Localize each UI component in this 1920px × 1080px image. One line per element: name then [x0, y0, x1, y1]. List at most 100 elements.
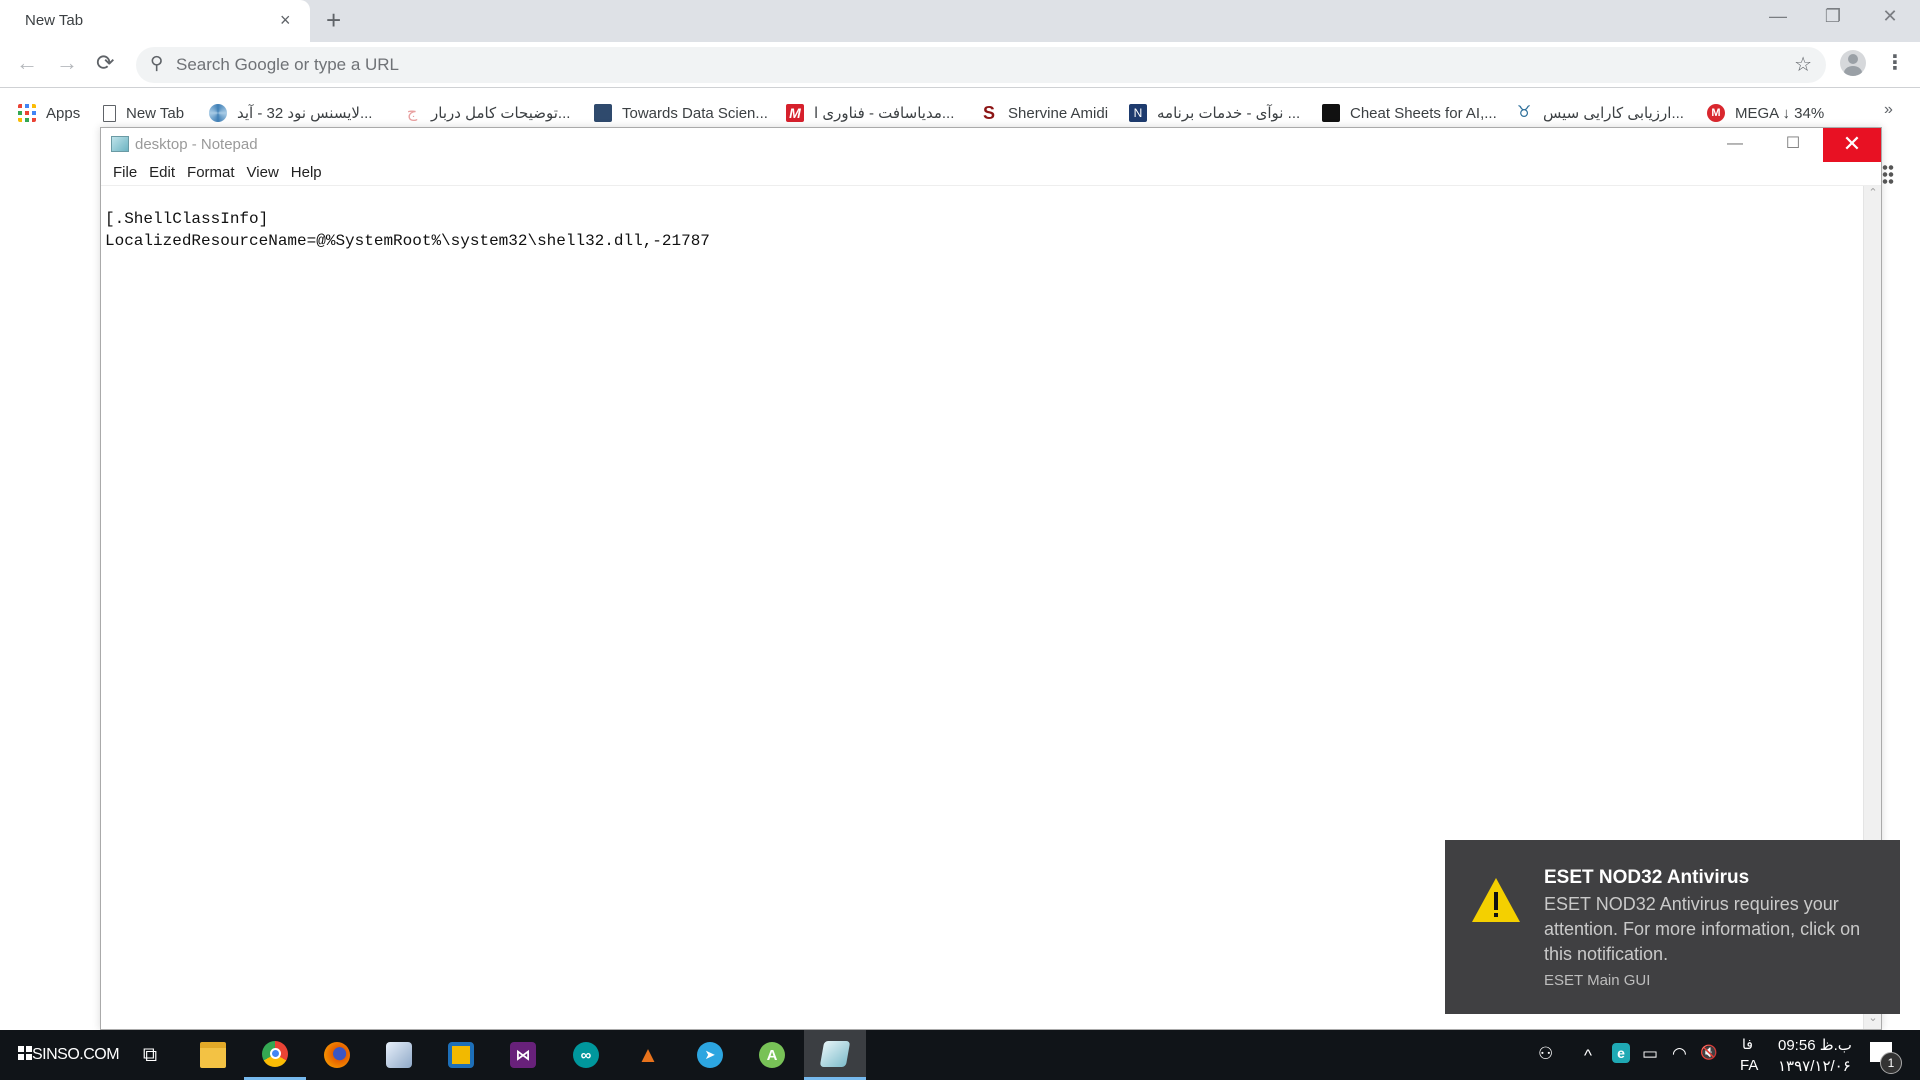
bookmark-apps[interactable]: Apps — [18, 101, 80, 125]
notepad-close-button[interactable]: ✕ — [1823, 128, 1881, 162]
aperture-icon — [209, 104, 227, 122]
taskbar-visual-studio[interactable]: ⋈ — [492, 1030, 554, 1080]
bookmark-label: Towards Data Scien... — [622, 104, 768, 122]
taskbar-vmware[interactable] — [430, 1030, 492, 1080]
extension-grid-icon[interactable] — [1882, 164, 1894, 186]
taskbar-task-view[interactable]: ⧉ — [119, 1030, 181, 1080]
taskbar-firefox[interactable] — [306, 1030, 368, 1080]
forward-button[interactable]: → — [56, 50, 78, 76]
notepad-icon — [819, 1040, 851, 1067]
firefox-icon — [324, 1042, 350, 1068]
bookmark-label: Apps — [46, 104, 81, 122]
page-icon — [103, 104, 116, 122]
menu-format[interactable]: Format — [181, 160, 241, 185]
n-logo-icon: N — [1129, 104, 1147, 122]
warning-icon — [1472, 878, 1520, 922]
bookmark-label: Shervine Amidi — [1008, 104, 1109, 122]
bookmark-system-evaluation[interactable]: ♉ ارزیابی کارایی سیس... — [1515, 101, 1684, 125]
matlab-icon: ▲ — [637, 1042, 659, 1067]
eset-tray-icon[interactable]: e — [1612, 1043, 1630, 1063]
notepad-titlebar[interactable]: desktop - Notepad — ☐ ✕ — [101, 128, 1881, 162]
taskbar-matlab[interactable]: ▲ — [617, 1030, 679, 1080]
bookmark-label: توضیحات کامل دربار... — [431, 105, 571, 122]
browser-toolbar: ← → ⟳ ⚲ ☆ ⋮ — [0, 42, 1920, 88]
clock-date[interactable]: ۱۳۹۷/۱۲/۰۶ — [1778, 1057, 1851, 1075]
bookmark-new-tab[interactable]: New Tab — [103, 101, 184, 125]
taskbar-file-explorer[interactable] — [182, 1030, 244, 1080]
back-button[interactable]: ← — [16, 50, 38, 76]
bookmark-darbar[interactable]: ج توضیحات کامل دربار... — [403, 101, 571, 125]
reload-button[interactable]: ⟳ — [96, 50, 114, 76]
tab-close-icon[interactable]: × — [280, 10, 291, 31]
taskbar-android-studio[interactable]: A — [741, 1030, 803, 1080]
bookmark-towards-data-science[interactable]: Towards Data Scien... — [594, 101, 768, 125]
windows-logo-icon — [18, 1046, 32, 1060]
browser-close-button[interactable]: ✕ — [1870, 6, 1910, 27]
android-studio-icon: A — [759, 1042, 785, 1068]
more-bookmarks-chevron-icon[interactable]: » — [1884, 101, 1893, 119]
input-language-code[interactable]: FA — [1740, 1057, 1758, 1074]
input-language-native[interactable]: فا — [1742, 1036, 1753, 1053]
chrome-icon — [262, 1040, 288, 1067]
scroll-up-arrow-icon[interactable]: ⌃ — [1864, 186, 1882, 204]
wifi-icon[interactable]: ◠ — [1672, 1044, 1687, 1064]
menu-view[interactable]: View — [241, 160, 285, 185]
bookmark-label: Cheat Sheets for AI,... — [1350, 104, 1497, 122]
browser-menu-icon[interactable]: ⋮ — [1885, 50, 1905, 75]
taskbar-arduino[interactable]: ∞ — [555, 1030, 617, 1080]
bookmark-mega[interactable]: M MEGA ↓ 34% — [1707, 101, 1824, 125]
bookmark-label: مدیاسافت - فناوری ا... — [814, 105, 955, 122]
bookmark-nod32-license[interactable]: لایسنس نود 32 - آید... — [209, 101, 372, 125]
address-input[interactable] — [176, 47, 1676, 83]
bookmark-mediasoft[interactable]: M مدیاسافت - فناوری ا... — [786, 101, 954, 125]
virtualbox-icon — [386, 1042, 412, 1068]
bookmark-cheat-sheets[interactable]: Cheat Sheets for AI,... — [1322, 101, 1497, 125]
bookmark-shervine-amidi[interactable]: S Shervine Amidi — [980, 101, 1108, 125]
taskbar-virtualbox[interactable] — [368, 1030, 430, 1080]
search-icon: ⚲ — [150, 53, 164, 73]
notepad-maximize-button[interactable]: ☐ — [1764, 128, 1822, 162]
bookmark-noai[interactable]: N نوآی - خدمات برنامه ... — [1129, 101, 1300, 125]
toast-title: ESET NOD32 Antivirus — [1544, 867, 1750, 888]
taskbar-telegram[interactable]: ➤ — [679, 1030, 741, 1080]
notepad-minimize-button[interactable]: — — [1706, 128, 1764, 162]
calligraphy-icon: ج — [406, 104, 418, 121]
notepad-title: desktop - Notepad — [135, 136, 258, 153]
bookmark-label: نوآی - خدمات برنامه ... — [1157, 105, 1301, 122]
people-icon[interactable]: ⚇ — [1538, 1044, 1553, 1064]
stanford-icon: S — [982, 103, 995, 123]
bookmark-label: ارزیابی کارایی سیس... — [1543, 105, 1684, 122]
notification-count-badge: 1 — [1880, 1052, 1902, 1074]
tab-new-tab[interactable]: New Tab × — [0, 0, 310, 42]
browser-tab-strip: New Tab × + — ❐ ✕ — [0, 0, 1920, 42]
clock-time[interactable]: ب.ظ 09:56 — [1778, 1036, 1852, 1054]
taskbar-chrome[interactable] — [244, 1030, 306, 1080]
eset-notification-toast[interactable]: ESET NOD32 Antivirus ESET NOD32 Antiviru… — [1445, 840, 1900, 1014]
task-view-icon: ⧉ — [142, 1043, 158, 1066]
volume-muted-icon[interactable]: 🔇 — [1700, 1044, 1717, 1061]
start-watermark-label: SINSO.COM — [32, 1046, 120, 1063]
profile-avatar-icon[interactable] — [1840, 50, 1866, 76]
vmware-icon — [448, 1042, 474, 1068]
bookmark-star-icon[interactable]: ☆ — [1794, 52, 1812, 77]
battery-icon[interactable]: ▭ — [1642, 1044, 1658, 1064]
notepad-menubar: File Edit Format View Help — [101, 160, 1881, 186]
notepad-app-icon — [111, 136, 129, 152]
menu-help[interactable]: Help — [285, 160, 328, 185]
apps-grid-icon — [18, 104, 36, 122]
menu-edit[interactable]: Edit — [143, 160, 181, 185]
start-button[interactable]: SINSO.COM — [18, 1046, 120, 1064]
m-logo-icon: M — [786, 104, 804, 122]
browser-restore-button[interactable]: ❐ — [1813, 6, 1853, 27]
new-tab-button[interactable]: + — [326, 5, 341, 36]
bookmark-label: لایسنس نود 32 - آید... — [237, 105, 373, 122]
taskbar: SINSO.COM ⧉ ⋈ ∞ ▲ ➤ A ⚇ ^ e ▭ ◠ 🔇 فا FA — [0, 1030, 1920, 1080]
browser-minimize-button[interactable]: — — [1758, 6, 1798, 27]
arduino-icon: ∞ — [573, 1042, 599, 1068]
omnibox[interactable]: ⚲ ☆ — [136, 47, 1826, 83]
taskbar-notepad[interactable] — [804, 1030, 866, 1080]
menu-file[interactable]: File — [107, 160, 143, 185]
bookmark-label: MEGA ↓ 34% — [1735, 104, 1825, 122]
show-hidden-icons-chevron-icon[interactable]: ^ — [1584, 1046, 1592, 1066]
tds-icon — [594, 104, 612, 122]
